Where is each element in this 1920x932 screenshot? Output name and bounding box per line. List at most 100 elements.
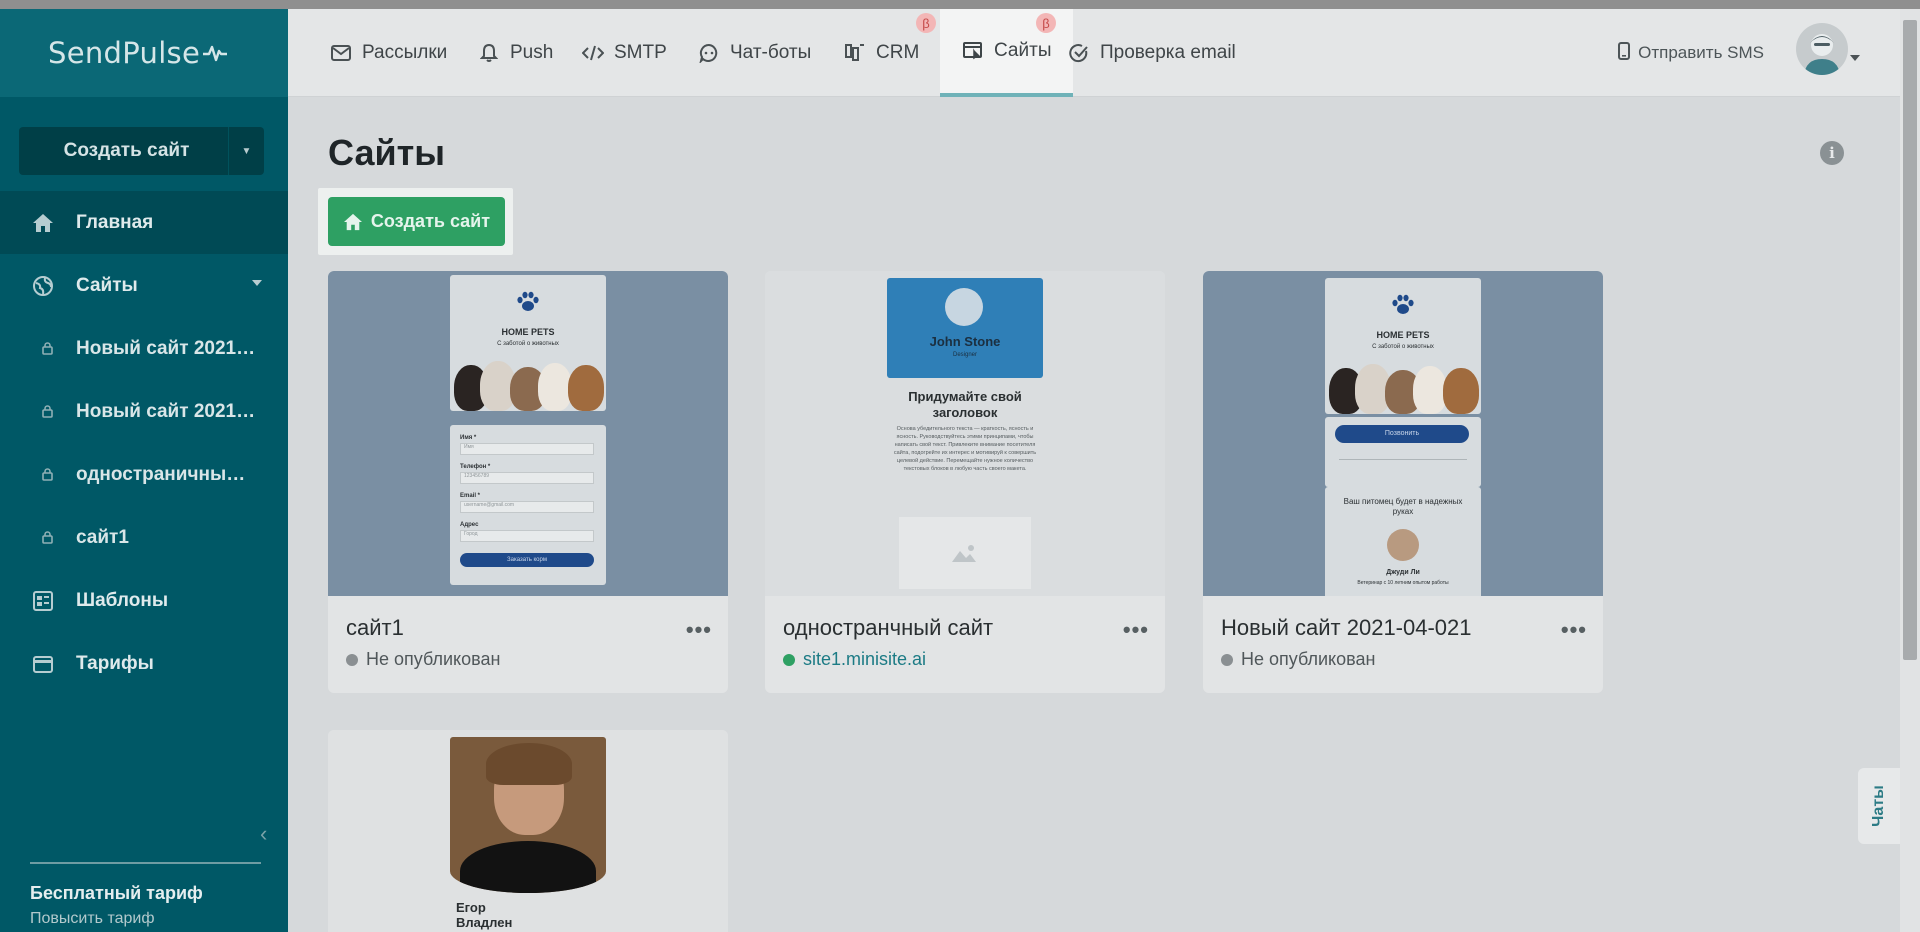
- logo-area[interactable]: SendPulse: [0, 9, 288, 97]
- form-row: Адрес Город: [460, 522, 594, 542]
- sidebar-site-item[interactable]: сайт1: [0, 506, 288, 569]
- tab-label: SMTP: [614, 42, 667, 63]
- send-sms-button[interactable]: Отправить SMS: [1618, 9, 1764, 97]
- site-preview[interactable]: HOME PETS С заботой о животных Имя * Имя…: [328, 271, 728, 596]
- dog-image: [568, 365, 604, 411]
- sidebar-item-home[interactable]: Главная: [0, 191, 288, 254]
- pulse-icon: [203, 45, 228, 62]
- site-card[interactable]: HOME PETS С заботой о животных Позвонить…: [1203, 271, 1603, 693]
- tab-label: Чат-боты: [730, 42, 812, 63]
- site-status: Не опубликован: [346, 649, 500, 670]
- site-preview[interactable]: Егор Владлен: [328, 730, 728, 932]
- sites-icon: [962, 40, 984, 62]
- sidebar-site-item[interactable]: Новый сайт 2021-04-021: [0, 380, 288, 443]
- preview-call-section: Позвонить: [1325, 417, 1481, 487]
- sidebar-site-label: Новый сайт 2021-04-021: [76, 337, 256, 359]
- preview-vet-card: Джуди Ли Ветеринар с 10 летним опытом ра…: [1325, 517, 1481, 596]
- create-site-label: Создать сайт: [370, 211, 491, 231]
- image-placeholder: [899, 517, 1031, 589]
- preview-profile-header: John Stone Designer: [887, 278, 1043, 378]
- tab-crm[interactable]: CRM: [844, 9, 919, 97]
- sidebar-create-site-label[interactable]: Создать сайт: [19, 140, 228, 162]
- form-input: Город: [460, 530, 594, 542]
- preview-title: HOME PETS: [1376, 330, 1430, 340]
- site-preview[interactable]: John Stone Designer Придумайте свой заго…: [765, 271, 1165, 596]
- status-dot: [346, 653, 358, 666]
- form-row: Email * username@gmail.com: [460, 493, 594, 513]
- code-icon: [582, 42, 604, 64]
- chevron-down-icon[interactable]: ▼: [228, 127, 264, 175]
- tab-email-verification[interactable]: Проверка email: [1068, 9, 1236, 97]
- form-input: 123456789: [460, 472, 594, 484]
- site-preview[interactable]: HOME PETS С заботой о животных Позвонить…: [1203, 271, 1603, 596]
- info-icon[interactable]: i: [1820, 141, 1844, 165]
- sidebar-item-sites[interactable]: Сайты: [0, 254, 288, 317]
- lock-icon: [40, 468, 54, 481]
- collapse-sidebar-icon[interactable]: ‹: [260, 821, 267, 847]
- form-row: Телефон * 123456789: [460, 464, 594, 484]
- paw-icon: [517, 291, 539, 311]
- preview-call-button: Позвонить: [1335, 425, 1469, 443]
- site-name[interactable]: одностранчный сайт: [783, 615, 993, 641]
- tab-mailings[interactable]: Рассылки: [330, 9, 447, 97]
- sidebar-item-pricing[interactable]: Тарифы: [0, 632, 288, 695]
- site-card[interactable]: Егор Владлен: [328, 730, 728, 932]
- sidebar-nav: Главная Сайты Новый сайт 2021-04-021 Нов…: [0, 191, 288, 695]
- more-options-icon[interactable]: •••: [686, 617, 712, 643]
- plan-title: Бесплатный тариф: [30, 883, 203, 903]
- lock-icon: [40, 342, 54, 355]
- chats-widget-tab[interactable]: Чаты: [1858, 768, 1900, 844]
- more-options-icon[interactable]: •••: [1123, 617, 1149, 643]
- avatar[interactable]: [1796, 23, 1848, 75]
- sidebar-site-item[interactable]: одностраничный сайт: [0, 443, 288, 506]
- preview-name: John Stone: [929, 334, 1001, 349]
- scrollbar-thumb[interactable]: [1903, 20, 1917, 660]
- home-icon: [30, 210, 56, 236]
- preview-header: HOME PETS С заботой о животных: [1325, 278, 1481, 414]
- status-text: Не опубликован: [1241, 649, 1376, 669]
- site-url-link[interactable]: site1.minisite.ai: [803, 649, 926, 670]
- tab-push[interactable]: Push: [478, 9, 553, 97]
- top-navigation: Рассылки Push SMTP Чат-боты CRM β Сайты …: [288, 9, 1900, 97]
- tab-label: CRM: [876, 42, 920, 63]
- site-card[interactable]: HOME PETS С заботой о животных Имя * Имя…: [328, 271, 728, 693]
- sidebar-create-site-button[interactable]: Создать сайт ▼: [19, 127, 264, 175]
- site-status[interactable]: site1.minisite.ai: [783, 649, 926, 670]
- globe-icon: [30, 273, 56, 299]
- preview-subtitle: С заботой о животных: [1372, 344, 1434, 350]
- create-site-button[interactable]: Создать сайт: [328, 197, 505, 246]
- lock-icon: [40, 531, 54, 544]
- logo[interactable]: SendPulse: [48, 36, 200, 70]
- templates-icon: [30, 588, 56, 614]
- site-status: Не опубликован: [1221, 649, 1375, 670]
- preview-role: Designer: [952, 352, 977, 358]
- status-dot: [783, 653, 795, 666]
- beta-badge: β: [916, 13, 936, 33]
- sidebar-site-item[interactable]: Новый сайт 2021-04-021: [0, 317, 288, 380]
- tab-smtp[interactable]: SMTP: [582, 9, 667, 97]
- tab-chatbots[interactable]: Чат-боты: [698, 9, 811, 97]
- sidebar-item-templates[interactable]: Шаблоны: [0, 569, 288, 632]
- preview-order-button: Заказать корм: [460, 553, 594, 567]
- preview-headline: Придумайте свой заголовок: [908, 389, 1022, 420]
- tab-label: Рассылки: [362, 42, 448, 63]
- site-name[interactable]: сайт1: [346, 615, 404, 641]
- preview-vet-name: Джуди Ли: [1386, 569, 1420, 576]
- tab-label: Сайты: [994, 40, 1052, 61]
- sidebar-site-label: сайт1: [76, 526, 129, 548]
- send-sms-label: Отправить SMS: [1638, 43, 1764, 62]
- preview-paragraph: Основа убедительного текста — краткость,…: [893, 426, 1037, 472]
- home-icon: [343, 213, 363, 231]
- upgrade-plan-link[interactable]: Повысить тариф: [30, 910, 155, 928]
- divider: [1339, 459, 1467, 460]
- chevron-down-icon[interactable]: [1850, 55, 1860, 61]
- sidebar-item-label: Сайты: [76, 274, 138, 296]
- site-name[interactable]: Новый сайт 2021-04-021: [1221, 615, 1472, 641]
- form-input: Имя: [460, 443, 594, 455]
- site-card[interactable]: John Stone Designer Придумайте свой заго…: [765, 271, 1165, 693]
- chatbot-icon: [698, 42, 720, 64]
- image-icon: [952, 545, 976, 562]
- sidebar-item-label: Главная: [76, 211, 154, 233]
- chevron-down-icon[interactable]: [252, 280, 262, 286]
- more-options-icon[interactable]: •••: [1561, 617, 1587, 643]
